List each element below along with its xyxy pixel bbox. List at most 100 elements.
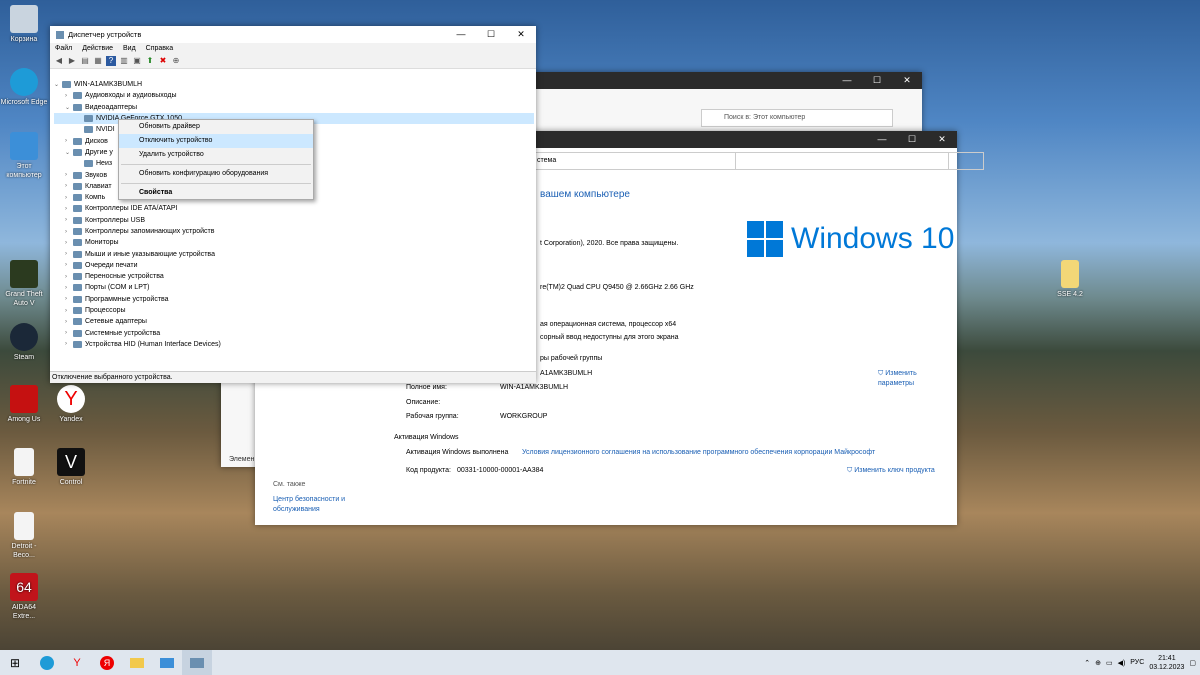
- tree-item[interactable]: ⌄ Видеоадаптеры: [54, 102, 534, 113]
- device-manager-titlebar[interactable]: Диспетчер устройств — ☐ ✕: [50, 26, 536, 43]
- chevron-right-icon[interactable]: ›: [65, 274, 73, 280]
- menu-help[interactable]: Справка: [146, 45, 173, 52]
- chevron-down-icon[interactable]: ⌄: [54, 81, 62, 88]
- maximize-icon[interactable]: ☐: [897, 134, 927, 145]
- maximize-icon[interactable]: ☐: [862, 75, 892, 86]
- chevron-right-icon[interactable]: ›: [65, 217, 73, 223]
- desktop-icon-among-us[interactable]: Among Us: [0, 385, 48, 424]
- view-icon[interactable]: ▥: [119, 56, 129, 66]
- uninstall-icon[interactable]: ✖: [158, 56, 168, 66]
- chevron-right-icon[interactable]: ›: [65, 138, 73, 144]
- yandex-browser-taskbar-button[interactable]: Я: [92, 650, 122, 675]
- menu-view[interactable]: Вид: [123, 45, 136, 52]
- tree-item[interactable]: › Очереди печати: [54, 260, 534, 271]
- refresh-icon[interactable]: ▦: [93, 56, 103, 66]
- windows-logo: Windows 10: [747, 221, 954, 257]
- menu-item-update-driver[interactable]: Обновить драйвер: [119, 120, 313, 134]
- display-icon[interactable]: ▭: [1106, 659, 1113, 667]
- chevron-down-icon[interactable]: ⌄: [65, 104, 73, 111]
- volume-icon[interactable]: ◀): [1118, 659, 1126, 667]
- tree-item[interactable]: › Порты (COM и LPT): [54, 282, 534, 293]
- desktop-icon-detroit[interactable]: Detroit - Beco...: [0, 512, 48, 560]
- menu-file[interactable]: Файл: [55, 45, 72, 52]
- network-icon[interactable]: ⊕: [1095, 659, 1101, 667]
- desktop-icon-this-pc[interactable]: Этот компьютер: [0, 132, 48, 180]
- explorer-taskbar-button[interactable]: [122, 650, 152, 675]
- chevron-right-icon[interactable]: ›: [65, 195, 73, 201]
- device-manager-window[interactable]: Диспетчер устройств — ☐ ✕ Файл Действие …: [50, 26, 536, 383]
- chevron-right-icon[interactable]: ›: [65, 229, 73, 235]
- tree-item[interactable]: › Мыши и иные указывающие устройства: [54, 248, 534, 259]
- tree-item[interactable]: ⌄ WIN-A1AMK3BUMLH: [54, 79, 534, 90]
- chevron-right-icon[interactable]: ›: [65, 183, 73, 189]
- yandex-taskbar-button[interactable]: Y: [62, 650, 92, 675]
- search-input[interactable]: [735, 152, 949, 170]
- chevron-down-icon[interactable]: ⌄: [65, 149, 73, 156]
- minimize-icon[interactable]: —: [832, 75, 862, 86]
- close-icon[interactable]: ✕: [506, 29, 536, 40]
- menu-item-scan-hardware[interactable]: Обновить конфигурацию оборудования: [119, 167, 313, 181]
- desktop-icon-fortnite[interactable]: Fortnite: [0, 448, 48, 487]
- device-manager-taskbar-button[interactable]: [182, 650, 212, 675]
- forward-icon[interactable]: ▶: [67, 56, 77, 66]
- clock[interactable]: 21:41 03.12.2023: [1149, 654, 1184, 672]
- system-taskbar-button[interactable]: [152, 650, 182, 675]
- security-center-link[interactable]: Центр безопасности и обслуживания: [273, 495, 373, 515]
- start-button[interactable]: ⊞: [0, 650, 30, 675]
- desktop-icon-gta[interactable]: Grand Theft Auto V: [0, 260, 48, 308]
- edge-taskbar-button[interactable]: [32, 650, 62, 675]
- chevron-right-icon[interactable]: ›: [65, 240, 73, 246]
- chevron-right-icon[interactable]: ›: [65, 296, 73, 302]
- change-key-link[interactable]: ⛉ Изменить ключ продукта: [847, 467, 935, 475]
- chevron-right-icon[interactable]: ›: [65, 262, 73, 268]
- desktop-icon-control[interactable]: V Control: [47, 448, 95, 487]
- desktop-icon-yandex[interactable]: Y Yandex: [47, 385, 95, 424]
- tree-item[interactable]: › Программные устройства: [54, 294, 534, 305]
- back-icon[interactable]: ◀: [54, 56, 64, 66]
- menu-item-properties[interactable]: Свойства: [119, 186, 313, 200]
- tree-item[interactable]: › Процессоры: [54, 305, 534, 316]
- menu-action[interactable]: Действие: [82, 45, 113, 52]
- tree-item[interactable]: › Контроллеры запоминающих устройств: [54, 226, 534, 237]
- chevron-right-icon[interactable]: ›: [65, 308, 73, 314]
- language-indicator[interactable]: РУС: [1130, 659, 1144, 666]
- tree-item[interactable]: › Сетевые адаптеры: [54, 316, 534, 327]
- chevron-right-icon[interactable]: ›: [65, 206, 73, 212]
- desktop-icon-edge[interactable]: Microsoft Edge: [0, 68, 48, 107]
- tree-item[interactable]: › Контроллеры IDE ATA/ATAPI: [54, 203, 534, 214]
- menu-item-uninstall-device[interactable]: Удалить устройство: [119, 148, 313, 162]
- tree-item[interactable]: › Переносные устройства: [54, 271, 534, 282]
- tree-item[interactable]: › Системные устройства: [54, 328, 534, 339]
- menu-item-disable-device[interactable]: Отключить устройство: [119, 134, 313, 148]
- desktop-icon-recycle-bin[interactable]: Корзина: [0, 5, 48, 44]
- chevron-right-icon[interactable]: ›: [65, 285, 73, 291]
- tree-item[interactable]: › Аудиовходы и аудиовыходы: [54, 90, 534, 101]
- desktop-icon-steam[interactable]: Steam: [0, 323, 48, 362]
- tree-item[interactable]: › Устройства HID (Human Interface Devices…: [54, 339, 534, 350]
- license-link[interactable]: Условия лицензионного соглашения на испо…: [522, 449, 875, 456]
- chevron-up-icon[interactable]: ⌃: [1084, 659, 1090, 667]
- notification-icon[interactable]: ▢: [1189, 659, 1196, 667]
- tree-item[interactable]: › Мониторы: [54, 237, 534, 248]
- chevron-right-icon[interactable]: ›: [65, 341, 73, 347]
- close-icon[interactable]: ✕: [892, 75, 922, 86]
- minimize-icon[interactable]: —: [446, 29, 476, 40]
- chevron-right-icon[interactable]: ›: [65, 172, 73, 178]
- close-icon[interactable]: ✕: [927, 134, 957, 145]
- properties-icon[interactable]: ▤: [80, 56, 90, 66]
- search-input[interactable]: Поиск в: Этот компьютер: [701, 109, 893, 127]
- desktop-icon-aida64[interactable]: 64 AIDA64 Extre...: [0, 573, 48, 621]
- maximize-icon[interactable]: ☐: [476, 29, 506, 40]
- update-driver-icon[interactable]: ⬆: [145, 56, 155, 66]
- change-params-link[interactable]: ⛉ Изменить параметры: [878, 369, 938, 389]
- chevron-right-icon[interactable]: ›: [65, 93, 73, 99]
- help-icon[interactable]: ?: [106, 56, 116, 66]
- chevron-right-icon[interactable]: ›: [65, 319, 73, 325]
- download-icon[interactable]: ⊕: [171, 56, 181, 66]
- minimize-icon[interactable]: —: [867, 134, 897, 145]
- scan-icon[interactable]: ▣: [132, 56, 142, 66]
- tree-item[interactable]: › Контроллеры USB: [54, 215, 534, 226]
- desktop-icon-sse[interactable]: SSE 4.2: [1046, 260, 1094, 299]
- chevron-right-icon[interactable]: ›: [65, 330, 73, 336]
- chevron-right-icon[interactable]: ›: [65, 251, 73, 257]
